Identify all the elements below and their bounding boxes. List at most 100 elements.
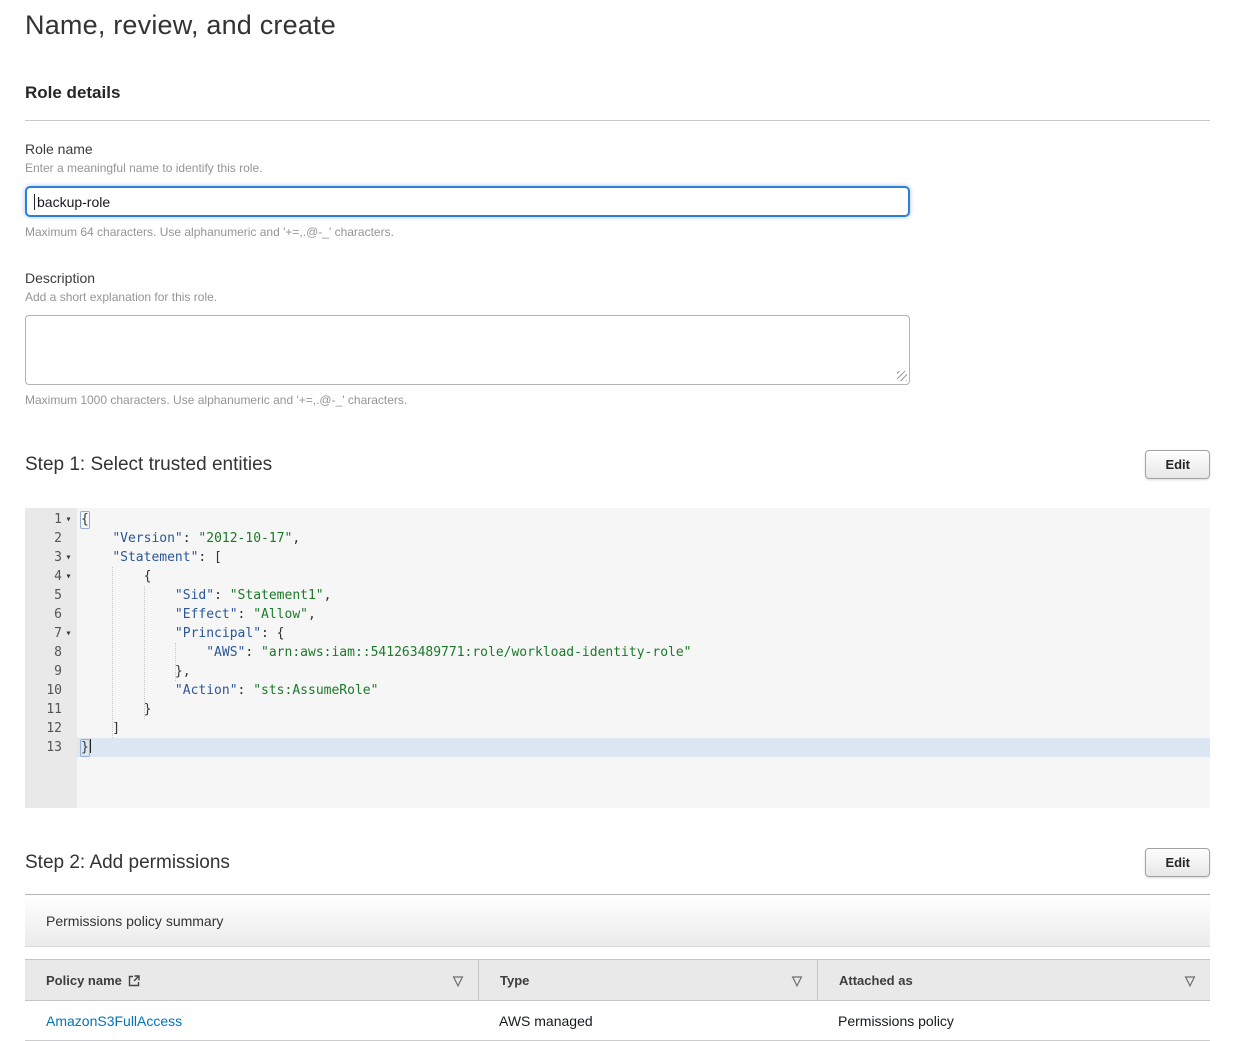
step1-heading: Step 1: Select trusted entities <box>25 454 272 476</box>
policy-name-link[interactable]: AmazonS3FullAccess <box>46 1013 182 1029</box>
code-token-key: "Principal" <box>175 626 261 641</box>
gutter-line-number: 11▾ <box>25 700 77 719</box>
gutter-line-number: 6▾ <box>25 605 77 624</box>
code-line[interactable]: { <box>77 567 1210 586</box>
matched-bracket: { <box>80 511 90 529</box>
role-name-input[interactable] <box>25 186 910 217</box>
step2-edit-button[interactable]: Edit <box>1145 848 1210 877</box>
gutter-line-number: 10▾ <box>25 681 77 700</box>
code-token-plain: : [ <box>198 550 221 565</box>
code-token-plain <box>81 550 112 565</box>
role-name-help: Enter a meaningful name to identify this… <box>25 161 1210 175</box>
permissions-table-header: Policy name ▽ Type ▽ Attached as ▽ <box>25 959 1210 1001</box>
code-token-plain <box>81 531 112 546</box>
code-token-key: "Statement" <box>112 550 198 565</box>
code-token-plain: , <box>292 531 300 546</box>
code-token-plain: : { <box>261 626 284 641</box>
external-link-icon <box>128 974 141 987</box>
gutter-line-number: 12▾ <box>25 719 77 738</box>
code-token-plain: : <box>238 607 254 622</box>
code-line[interactable]: "Sid": "Statement1", <box>77 586 1210 605</box>
code-line[interactable]: } <box>77 700 1210 719</box>
gutter-line-number: 7▾ <box>25 624 77 643</box>
permissions-table: Policy name ▽ Type ▽ Attached as ▽ <box>25 959 1210 1041</box>
fold-arrow-icon[interactable]: ▾ <box>62 567 75 586</box>
code-line[interactable]: "Statement": [ <box>77 548 1210 567</box>
editor-gutter: 1▾2▾3▾4▾5▾6▾7▾8▾9▾10▾11▾12▾13▾ <box>25 508 77 808</box>
table-row: AmazonS3FullAccess AWS managed Permissio… <box>25 1001 1210 1041</box>
page-title: Name, review, and create <box>25 10 1210 41</box>
gutter-line-number: 3▾ <box>25 548 77 567</box>
code-token-str: "Statement1" <box>230 588 324 603</box>
code-token-plain: , <box>308 607 316 622</box>
code-token-plain <box>81 607 175 622</box>
code-token-key: "Action" <box>175 683 238 698</box>
column-header-policy-name[interactable]: Policy name ▽ <box>25 960 478 1000</box>
text-cursor <box>90 739 91 753</box>
code-line[interactable]: "Principal": { <box>77 624 1210 643</box>
page: Name, review, and create Role details Ro… <box>0 0 1242 1041</box>
code-token-str: "Allow" <box>253 607 308 622</box>
indent-guide <box>144 586 145 719</box>
description-textarea[interactable] <box>25 315 910 385</box>
description-help: Add a short explanation for this role. <box>25 290 1210 304</box>
gutter-line-number: 5▾ <box>25 586 77 605</box>
gutter-line-number: 9▾ <box>25 662 77 681</box>
fold-arrow-icon[interactable]: ▾ <box>62 624 75 643</box>
code-token-plain <box>81 626 175 641</box>
sort-arrow-icon[interactable]: ▽ <box>792 974 802 987</box>
code-line[interactable]: "AWS": "arn:aws:iam::541263489771:role/w… <box>77 643 1210 662</box>
code-token-plain: : <box>183 531 199 546</box>
code-token-plain: : <box>245 645 261 660</box>
code-line[interactable]: "Action": "sts:AssumeRole" <box>77 681 1210 700</box>
code-token-plain: ] <box>81 721 120 736</box>
sort-arrow-icon[interactable]: ▽ <box>453 974 463 987</box>
code-token-str: "arn:aws:iam::541263489771:role/workload… <box>261 645 691 660</box>
fold-arrow-icon[interactable]: ▾ <box>62 510 75 529</box>
role-name-label: Role name <box>25 141 1210 157</box>
gutter-line-number: 1▾ <box>25 510 77 529</box>
fold-arrow-icon[interactable]: ▾ <box>62 548 75 567</box>
code-token-plain: : <box>214 588 230 603</box>
code-token-str: "sts:AssumeRole" <box>253 683 378 698</box>
attached-as-cell: Permissions policy <box>817 1013 1210 1029</box>
gutter-line-number: 4▾ <box>25 567 77 586</box>
code-token-plain: { <box>81 569 151 584</box>
column-header-type[interactable]: Type ▽ <box>478 960 817 1000</box>
matched-bracket: } <box>80 739 90 757</box>
gutter-line-number: 2▾ <box>25 529 77 548</box>
indent-guide <box>112 567 113 738</box>
policy-name-cell: AmazonS3FullAccess <box>25 1013 478 1029</box>
column-header-attached-as[interactable]: Attached as ▽ <box>817 960 1210 1000</box>
trust-policy-code-editor[interactable]: 1▾2▾3▾4▾5▾6▾7▾8▾9▾10▾11▾12▾13▾ { "Versio… <box>25 508 1210 808</box>
policy-type-cell: AWS managed <box>478 1013 817 1029</box>
code-token-plain: } <box>81 702 151 717</box>
code-line[interactable]: }, <box>77 662 1210 681</box>
code-token-plain: , <box>324 588 332 603</box>
code-token-plain <box>81 588 175 603</box>
code-token-key: "Sid" <box>175 588 214 603</box>
code-token-key: "Effect" <box>175 607 238 622</box>
text-cursor <box>34 194 35 210</box>
permissions-summary-title: Permissions policy summary <box>46 913 223 929</box>
code-token-str: "2012-10-17" <box>198 531 292 546</box>
code-line[interactable]: } <box>77 738 1210 757</box>
step1-header-row: Step 1: Select trusted entities Edit <box>25 450 1210 479</box>
role-details-heading: Role details <box>25 83 1210 103</box>
code-token-plain: : <box>238 683 254 698</box>
code-line[interactable]: ] <box>77 719 1210 738</box>
step1-edit-button[interactable]: Edit <box>1145 450 1210 479</box>
code-line[interactable]: "Version": "2012-10-17", <box>77 529 1210 548</box>
gutter-line-number: 8▾ <box>25 643 77 662</box>
description-constraint: Maximum 1000 characters. Use alphanumeri… <box>25 393 1210 407</box>
editor-code[interactable]: { "Version": "2012-10-17", "Statement": … <box>77 508 1210 808</box>
role-name-constraint: Maximum 64 characters. Use alphanumeric … <box>25 225 1210 239</box>
role-details-divider <box>25 120 1210 121</box>
code-token-plain <box>81 683 175 698</box>
sort-arrow-icon[interactable]: ▽ <box>1185 974 1195 987</box>
step2-heading: Step 2: Add permissions <box>25 852 230 874</box>
indent-guide <box>175 643 176 681</box>
code-line[interactable]: "Effect": "Allow", <box>77 605 1210 624</box>
code-line[interactable]: { <box>77 510 1210 529</box>
code-token-key: "Version" <box>112 531 182 546</box>
